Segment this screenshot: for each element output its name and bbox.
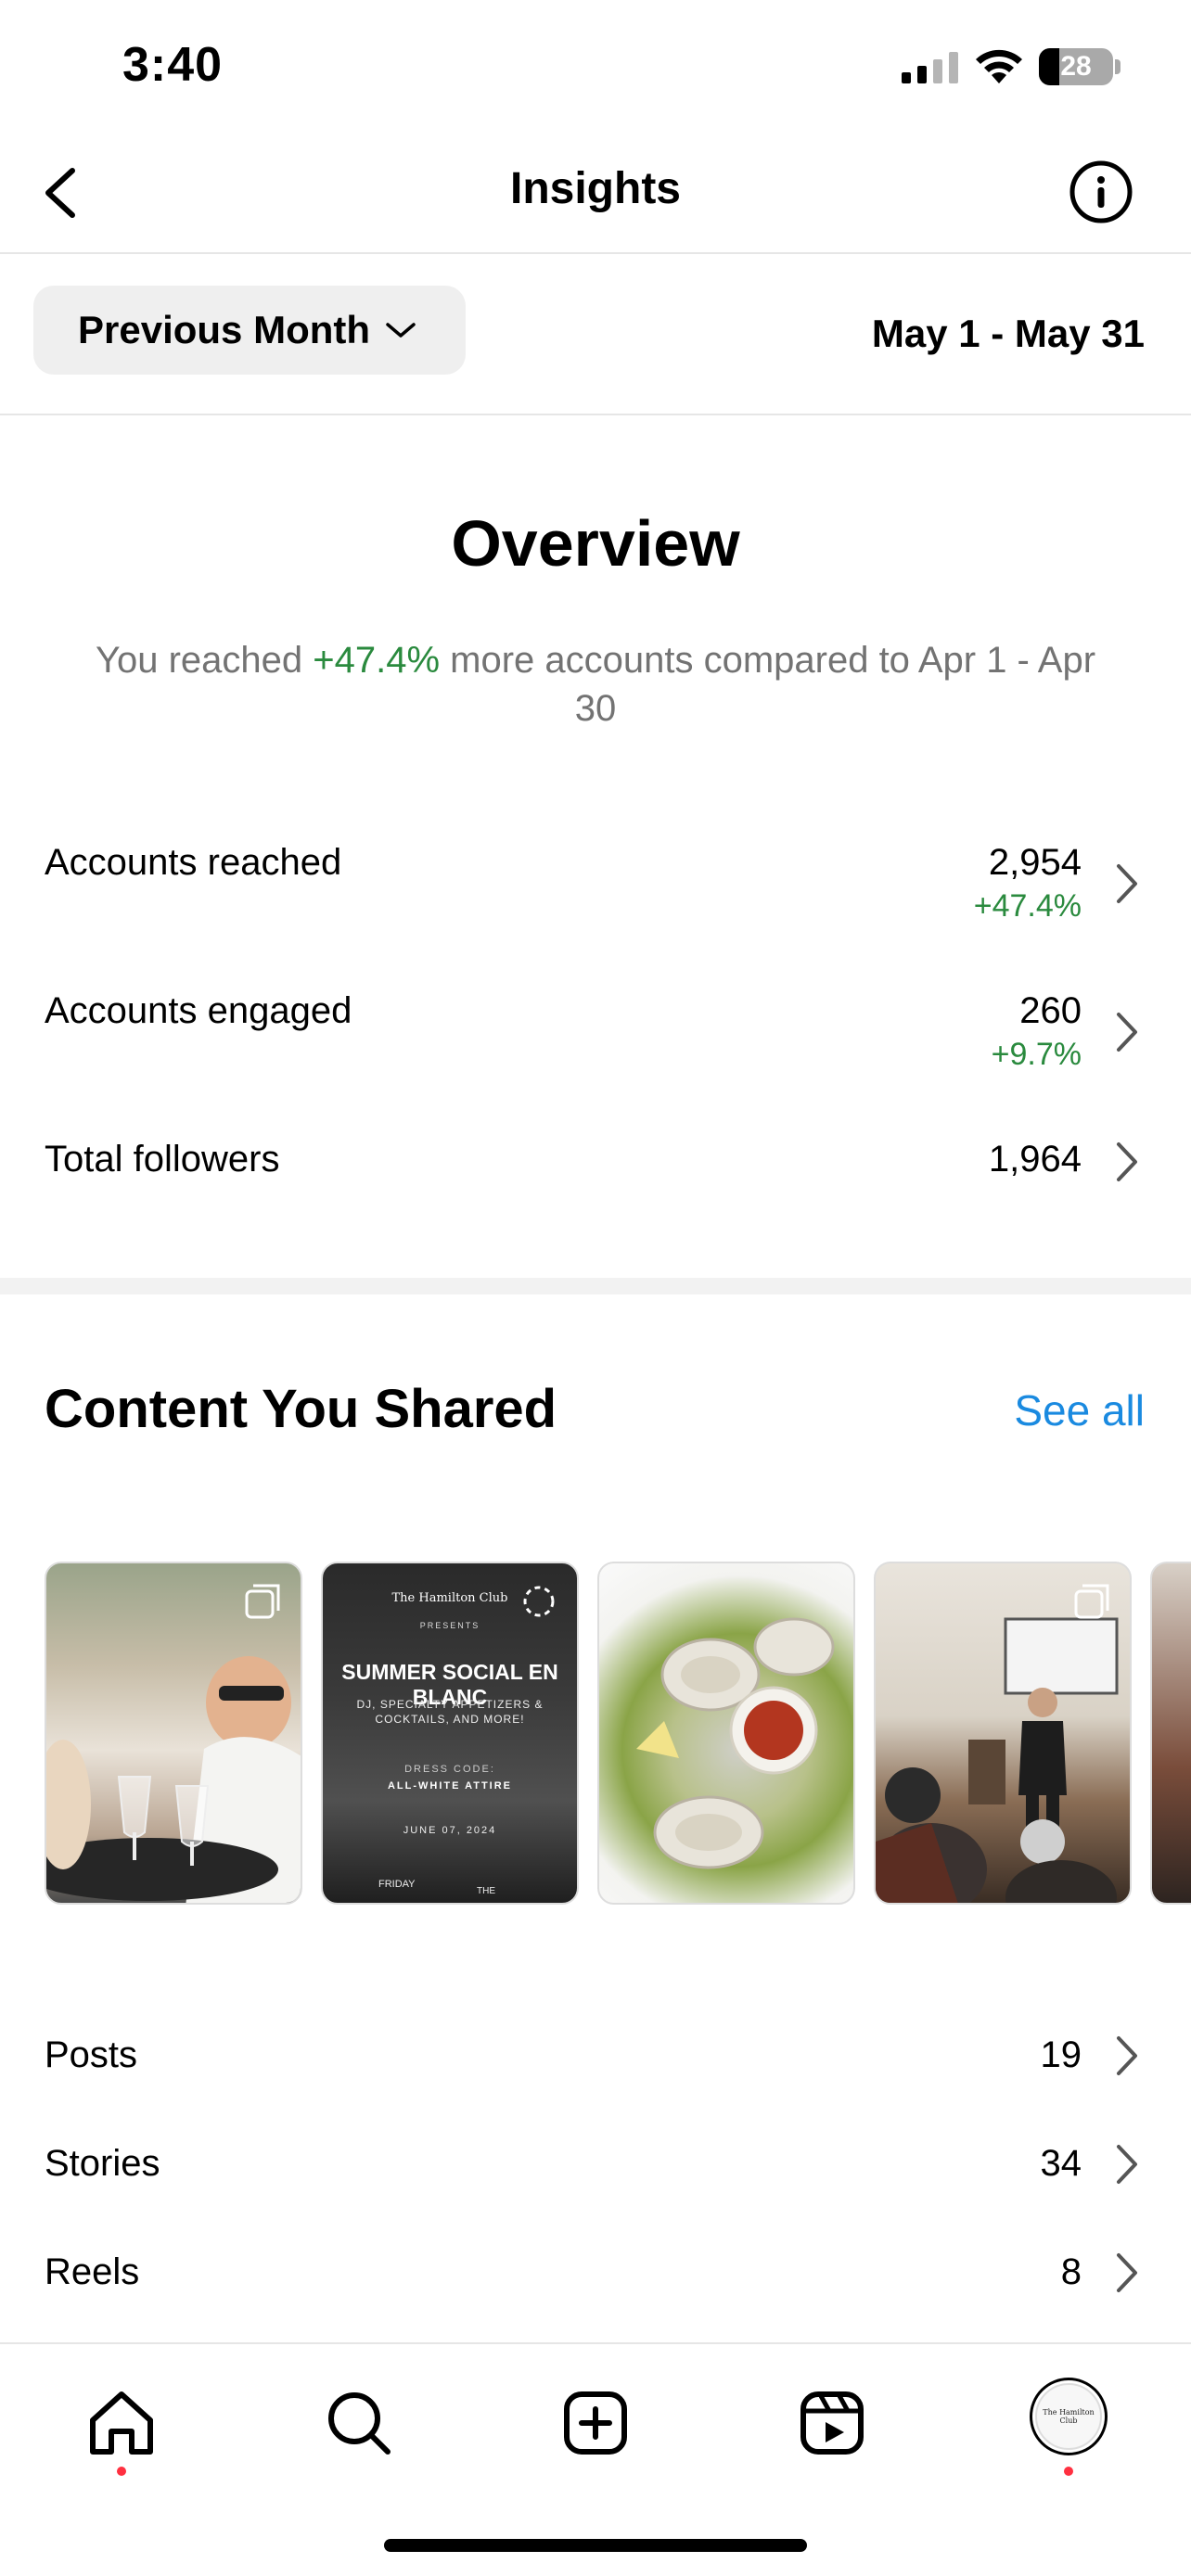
content-title: Content You Shared	[45, 1379, 557, 1439]
content-thumbnail[interactable]	[1150, 1562, 1191, 1905]
metric-value: 2,954	[988, 842, 1082, 883]
search-icon	[328, 2392, 391, 2455]
period-dropdown[interactable]: Previous Month	[33, 286, 466, 375]
carousel-icon	[1074, 1584, 1109, 1619]
metric-value: 260	[1019, 990, 1082, 1031]
battery-percent: 28	[1060, 51, 1092, 82]
create-post-icon	[564, 2391, 627, 2455]
wifi-icon	[976, 49, 1022, 83]
metric-label: Total followers	[45, 1139, 280, 1180]
info-circle-icon	[1069, 160, 1133, 223]
see-all-link[interactable]: See all	[1014, 1385, 1145, 1435]
chevron-right-icon	[1117, 864, 1137, 903]
content-thumbnails: The Hamilton Club PRESENTS SUMMER SOCIAL…	[45, 1562, 1191, 1906]
summary-change: +47.4%	[313, 640, 441, 681]
chevron-right-icon	[1117, 1142, 1137, 1181]
summary-suffix: more accounts compared to Apr 1 - Apr 30	[440, 640, 1096, 729]
content-thumbnail[interactable]: The Hamilton Club PRESENTS SUMMER SOCIAL…	[321, 1562, 579, 1905]
metric-value: 1,964	[988, 1139, 1082, 1180]
overview-summary: You reached +47.4% more accounts compare…	[83, 636, 1108, 733]
chevron-right-icon	[1117, 2145, 1137, 2184]
count-row-reels[interactable]: Reels 8	[0, 2222, 1191, 2324]
content-thumbnail[interactable]	[597, 1562, 855, 1905]
chevron-right-icon	[1117, 1013, 1137, 1052]
filter-row: Previous Month May 1 - May 31	[0, 254, 1191, 415]
metric-change: +47.4%	[973, 888, 1082, 924]
content-thumbnail[interactable]	[874, 1562, 1132, 1905]
page-title: Insights	[509, 164, 681, 213]
metric-accounts-reached[interactable]: Accounts reached 2,954 +47.4%	[0, 835, 1191, 946]
profile-notification-dot	[1064, 2467, 1073, 2476]
info-button[interactable]	[1067, 158, 1135, 226]
section-divider	[0, 1278, 1191, 1294]
overview-title: Overview	[451, 507, 740, 580]
flyer-dress-code: DRESS CODE:	[404, 1764, 495, 1775]
metric-accounts-engaged[interactable]: Accounts engaged 260 +9.7%	[0, 983, 1191, 1094]
reels-icon	[800, 2391, 864, 2455]
carousel-icon	[245, 1584, 280, 1619]
count-row-posts[interactable]: Posts 19	[0, 2005, 1191, 2107]
cellular-signal-icon	[902, 52, 958, 83]
flyer-day: FRIDAY	[378, 1879, 416, 1890]
home-icon	[90, 2391, 153, 2455]
home-indicator[interactable]	[384, 2539, 807, 2552]
metric-total-followers[interactable]: Total followers 1,964	[0, 1131, 1191, 1224]
period-label: Previous Month	[78, 308, 371, 351]
tab-home[interactable]	[80, 2381, 163, 2465]
battery-icon: 28	[1039, 48, 1113, 85]
count-label: Reels	[45, 2251, 140, 2292]
battery-cap	[1115, 59, 1121, 74]
flyer-date: JUNE 07, 2024	[403, 1825, 497, 1836]
count-row-stories[interactable]: Stories 34	[0, 2113, 1191, 2215]
flyer-subline: DJ, SPECIALTY APPETIZERS & COCKTAILS, AN…	[356, 1698, 544, 1726]
flyer-presents: PRESENTS	[419, 1621, 480, 1630]
status-time: 3:40	[122, 38, 224, 92]
count-value: 8	[1060, 2251, 1082, 2292]
metric-label: Accounts engaged	[45, 990, 352, 1031]
date-range: May 1 - May 31	[871, 312, 1145, 355]
loading-spinner-icon	[523, 1586, 555, 1617]
count-value: 19	[1040, 2034, 1082, 2075]
metric-label: Accounts reached	[45, 842, 342, 883]
flyer-attire: ALL-WHITE ATTIRE	[387, 1780, 513, 1792]
home-notification-dot	[117, 2467, 126, 2476]
metric-change: +9.7%	[991, 1037, 1082, 1072]
nav-header: Insights	[0, 130, 1191, 254]
chevron-right-icon	[1117, 2253, 1137, 2292]
tab-profile[interactable]: The Hamilton Club	[1030, 2378, 1108, 2455]
status-bar: 3:40 28	[0, 0, 1191, 130]
content-thumbnail[interactable]	[45, 1562, 302, 1905]
chevron-down-icon	[386, 323, 416, 338]
chevron-right-icon	[1117, 2036, 1137, 2075]
tab-create[interactable]	[554, 2381, 637, 2465]
summary-prefix: You reached	[95, 640, 314, 681]
profile-avatar: The Hamilton Club	[1035, 2383, 1102, 2450]
flyer-the: THE	[477, 1886, 495, 1896]
photo-oysters	[636, 1617, 835, 1869]
count-label: Posts	[45, 2034, 138, 2075]
tab-reels[interactable]	[790, 2381, 874, 2465]
tab-search[interactable]	[317, 2381, 401, 2465]
count-label: Stories	[45, 2143, 160, 2184]
count-value: 34	[1040, 2143, 1082, 2184]
